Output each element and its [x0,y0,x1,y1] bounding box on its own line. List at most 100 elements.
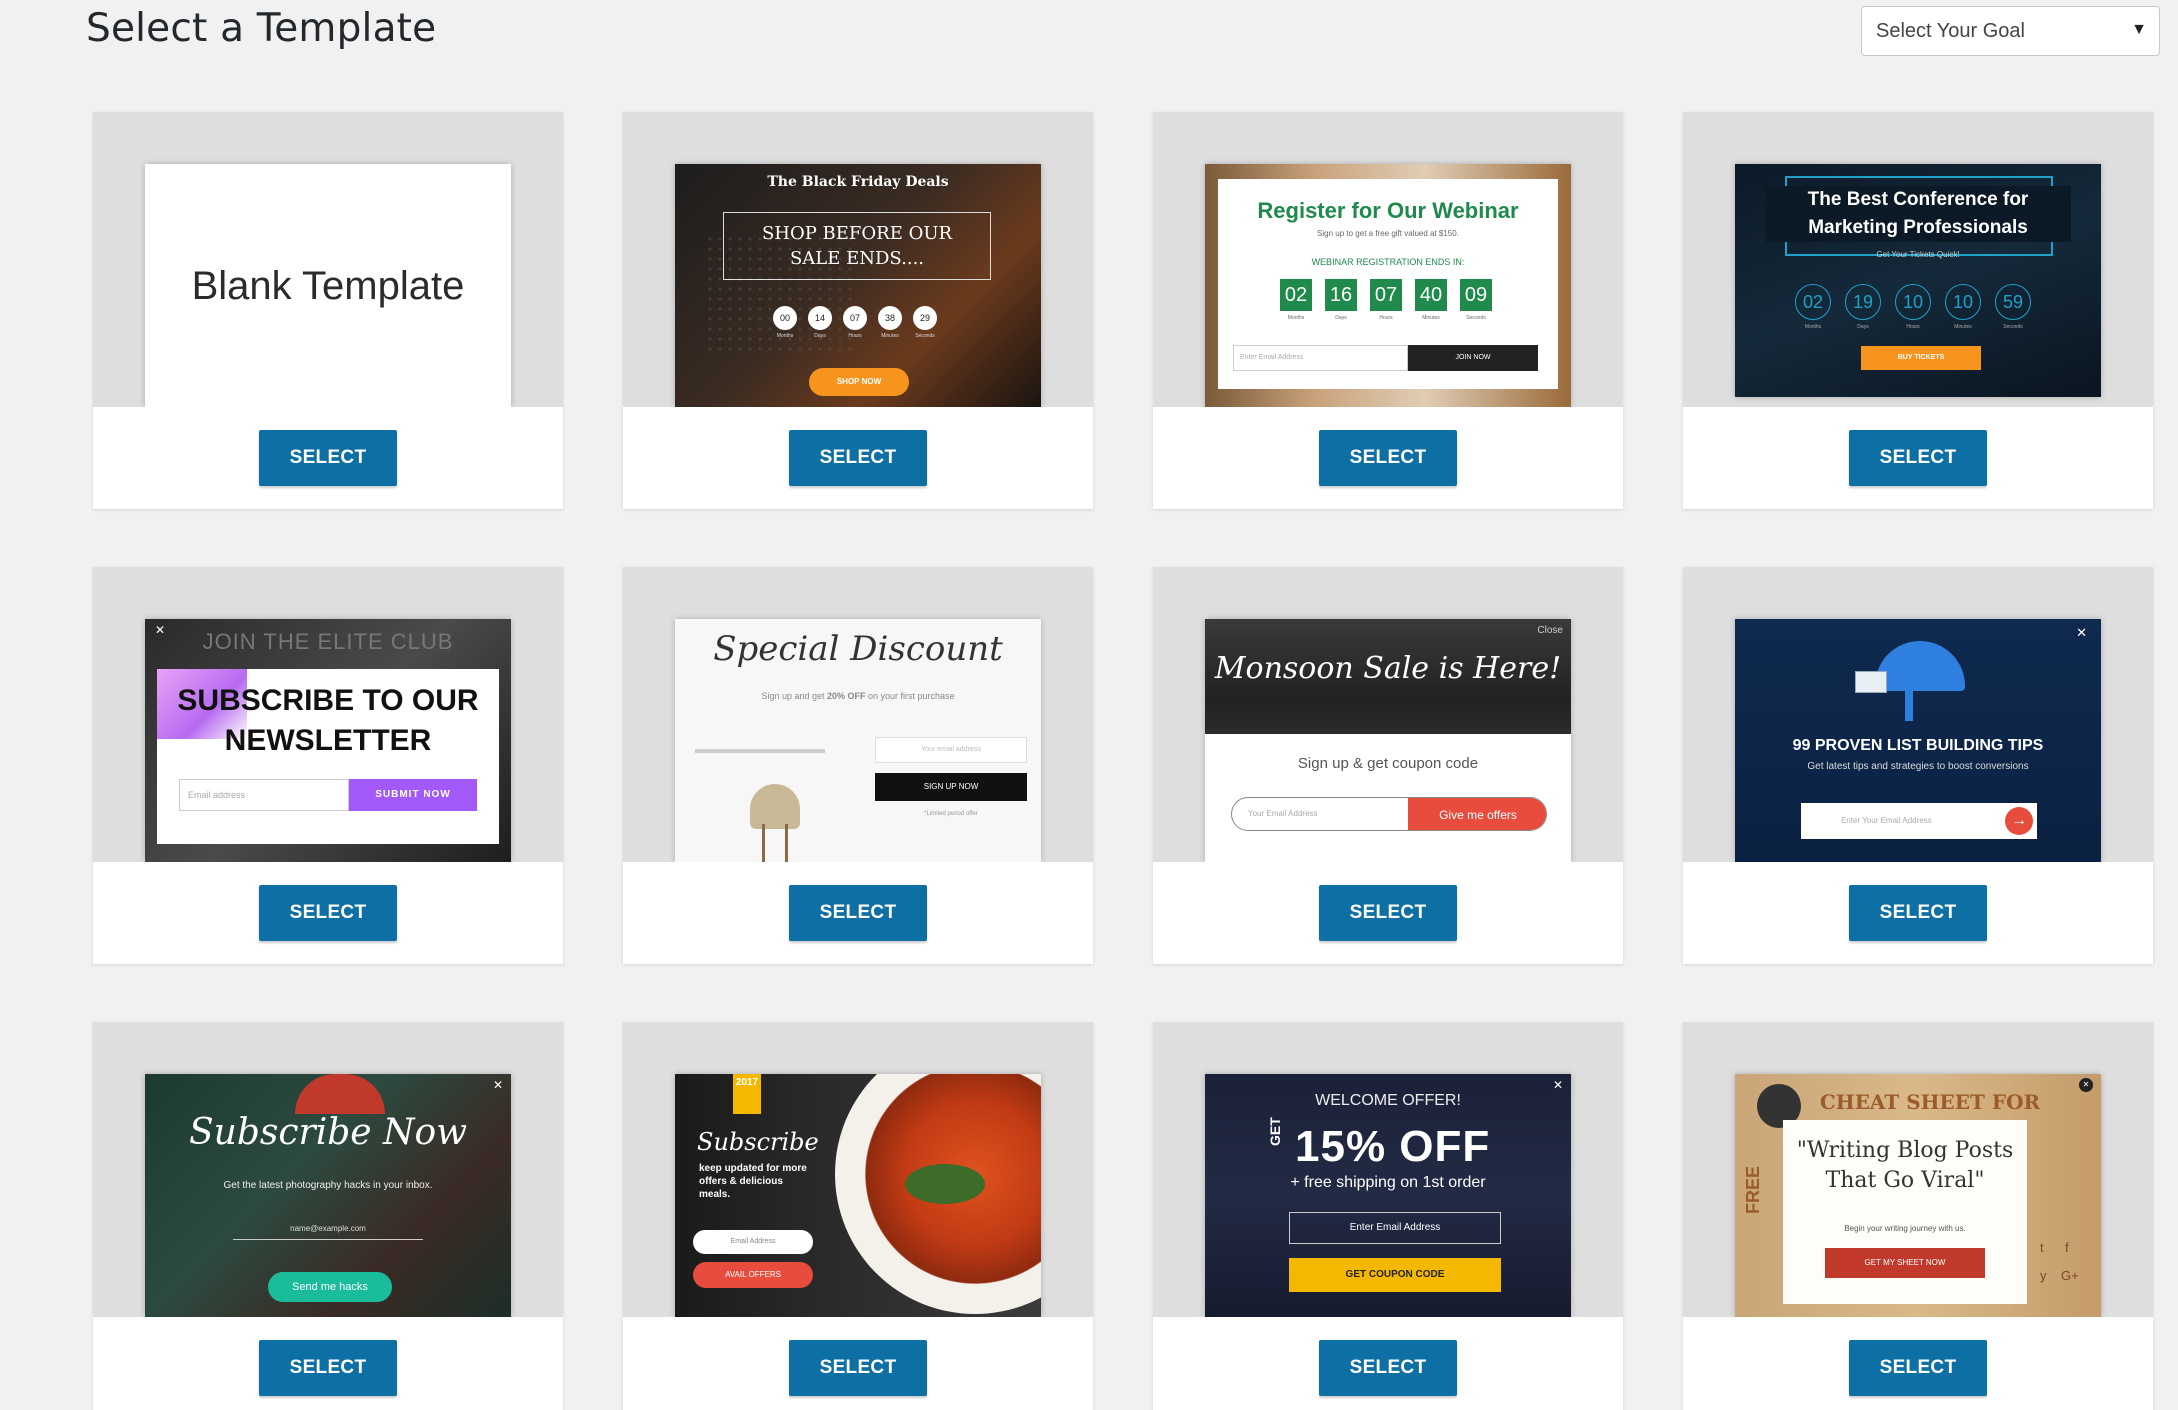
select-button[interactable]: SELECT [1319,885,1457,941]
countdown-digit: 07 [1370,279,1402,311]
close-icon: ✕ [1552,1078,1563,1092]
goal-select-dropdown[interactable]: Select Your Goal ▼ [1861,6,2160,56]
template-preview-well: The Black Friday Deals SHOP BEFORE OUR S… [623,112,1093,407]
webinar-sub: Sign up to get a free gift valued at $15… [1317,229,1459,238]
template-preview-well: Monsoon Sale is Here! Close Sign up & ge… [1153,567,1623,862]
countdown-unit: Seconds [2003,324,2023,330]
give-me-offers-button: Give me offers [1408,798,1546,830]
cheat-heading: "Writing Blog Posts That Go Viral" [1796,1138,2014,1193]
template-preview-monsoon[interactable]: Monsoon Sale is Here! Close Sign up & ge… [1205,619,1571,862]
template-preview-welcome-offer[interactable]: ✕ WELCOME OFFER! GET 15% OFF + free ship… [1205,1074,1571,1317]
shop-now-button: SHOP NOW [809,368,909,396]
food-sub: keep updated for more offers & delicious… [699,1163,807,1200]
conference-sub: Get Your Tickets Quick! [1876,250,1960,259]
welcome-kicker: WELCOME OFFER! [1315,1092,1461,1109]
welcome-get: GET [1267,1117,1283,1146]
countdown-digit: 02 [1795,284,1831,320]
select-button[interactable]: SELECT [259,885,397,941]
monsoon-heading: Monsoon Sale is Here! [1214,651,1562,686]
cheat-kicker: CHEAT SHEET FOR [1819,1090,2041,1114]
special-discount-email: Your email address [875,737,1027,763]
template-card-webinar: Register for Our Webinar Sign up to get … [1153,112,1623,509]
get-coupon-code-button: GET COUPON CODE [1289,1258,1501,1292]
countdown-digit: 10 [1945,284,1981,320]
select-button[interactable]: SELECT [1319,1340,1457,1396]
welcome-email: Enter Email Address [1289,1212,1501,1244]
welcome-sub: + free shipping on 1st order [1290,1174,1486,1191]
webinar-note: WEBINAR REGISTRATION ENDS IN: [1311,257,1465,267]
template-preview-subscribe-now[interactable]: ✕ Subscribe Now Get the latest photograp… [145,1074,511,1317]
template-preview-well: 2017 Subscribe keep updated for more off… [623,1022,1093,1317]
submit-now-button: SUBMIT NOW [349,779,477,811]
get-my-sheet-now-button: GET MY SHEET NOW [1825,1248,1985,1278]
special-discount-heading: Special Discount [713,629,1003,669]
template-preview-well: ✕ CHEAT SHEET FOR FREE "Writing Blog Pos… [1683,1022,2153,1317]
select-button[interactable]: SELECT [259,1340,397,1396]
chevron-down-icon: ▼ [2131,21,2147,38]
countdown-unit: Days [814,333,826,339]
buy-tickets-button: BUY TICKETS [1861,346,1981,370]
year-badge: 2017 [733,1074,761,1114]
template-preview-blank[interactable]: Blank Template [145,164,511,407]
select-button[interactable]: SELECT [1849,1340,1987,1396]
sub-text: Sign up and get [761,691,827,701]
template-preview-well: Register for Our Webinar Sign up to get … [1153,112,1623,407]
template-preview-black-friday[interactable]: The Black Friday Deals SHOP BEFORE OUR S… [675,164,1041,407]
template-card-special-discount: Special Discount Sign up and get 20% OFF… [623,567,1093,964]
select-button[interactable]: SELECT [789,1340,927,1396]
envelope-icon [1855,671,1887,693]
subscribe-now-email: name@example.com [233,1224,423,1240]
subscribe-now-heading: Subscribe Now [188,1112,468,1153]
decor-hat [295,1074,385,1114]
template-preview-food[interactable]: 2017 Subscribe keep updated for more off… [675,1074,1041,1317]
countdown-digit: 02 [1280,279,1312,311]
elite-email-input: Email address [179,779,349,811]
black-friday-kicker: The Black Friday Deals [767,174,949,190]
list-building-sub: Get latest tips and strategies to boost … [1807,761,2029,772]
template-card-cheat-sheet: ✕ CHEAT SHEET FOR FREE "Writing Blog Pos… [1683,1022,2153,1410]
template-preview-well: The Best Conference for Marketing Profes… [1683,112,2153,407]
decor-desk [695,749,825,753]
decor-chair-leg [762,824,765,862]
countdown-unit: Months [1287,315,1305,321]
select-button[interactable]: SELECT [1319,430,1457,486]
food-email: Email Address [693,1230,813,1254]
avail-offers-button: AVAIL OFFERS [693,1262,813,1288]
countdown-unit: Minutes [881,333,899,339]
template-preview-cheat-sheet[interactable]: ✕ CHEAT SHEET FOR FREE "Writing Blog Pos… [1735,1074,2101,1317]
template-preview-special-discount[interactable]: Special Discount Sign up and get 20% OFF… [675,619,1041,862]
close-icon: ✕ [2079,1078,2093,1092]
black-friday-heading: SHOP BEFORE OUR SALE ENDS.... [723,212,991,280]
countdown-unit: Minutes [1954,324,1972,330]
select-button[interactable]: SELECT [1849,430,1987,486]
countdown-digit: 38 [878,306,902,330]
template-preview-conference[interactable]: The Best Conference for Marketing Profes… [1735,164,2101,397]
select-button[interactable]: SELECT [259,430,397,486]
countdown-digit: 16 [1325,279,1357,311]
countdown-digit: 19 [1845,284,1881,320]
cheat-panel: "Writing Blog Posts That Go Viral" Begin… [1783,1120,2027,1304]
select-button[interactable]: SELECT [789,885,927,941]
blank-template-heading: Blank Template [191,264,465,308]
template-preview-well: ✕ Subscribe Now Get the latest photograp… [93,1022,563,1317]
template-card-monsoon: Monsoon Sale is Here! Close Sign up & ge… [1153,567,1623,964]
template-preview-elite-club[interactable]: ✕ JOIN THE ELITE CLUB SUBSCRIBE TO OUR N… [145,619,511,862]
select-button[interactable]: SELECT [1849,885,1987,941]
countdown-unit: Days [1335,315,1347,321]
select-button[interactable]: SELECT [789,430,927,486]
cheat-side-label: FREE [1743,1165,1763,1214]
decor-herb [905,1164,985,1204]
special-discount-sub: Sign up and get 20% OFF on your first pu… [675,691,1041,701]
template-card-black-friday: The Black Friday Deals SHOP BEFORE OUR S… [623,112,1093,509]
template-preview-webinar[interactable]: Register for Our Webinar Sign up to get … [1205,164,1571,407]
youtube-icon: y [2040,1268,2047,1283]
countdown-unit: Hours [1906,324,1920,330]
mailbox-icon [1875,641,1965,691]
conference-heading: The Best Conference for Marketing Profes… [1765,186,2071,242]
mailbox-post [1905,691,1913,721]
subscribe-now-sub: Get the latest photography hacks in your… [223,1180,433,1191]
list-building-heading: 99 PROVEN LIST BUILDING TIPS [1792,737,2044,754]
food-heading: Subscribe [697,1128,819,1156]
template-preview-list-building[interactable]: ✕ 99 PROVEN LIST BUILDING TIPS Get lates… [1735,619,2101,862]
monsoon-sub: Sign up & get coupon code [1297,755,1479,772]
